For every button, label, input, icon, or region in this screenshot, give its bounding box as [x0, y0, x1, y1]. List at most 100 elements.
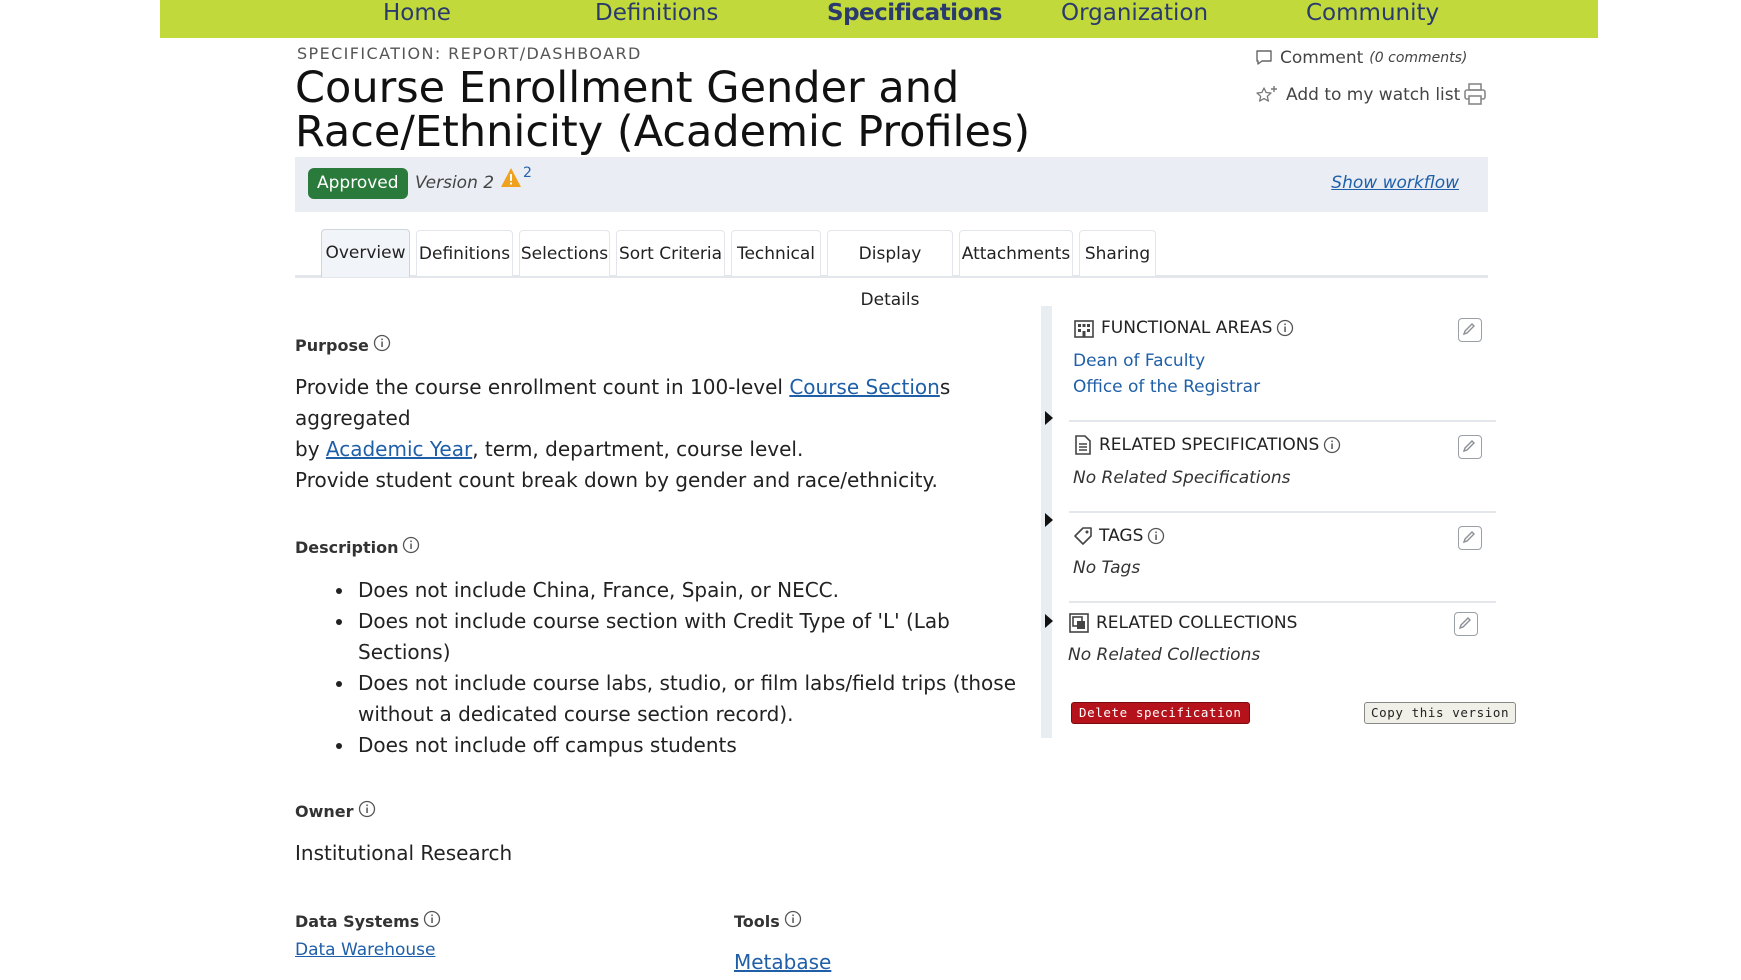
data-warehouse-link[interactable]: Data Warehouse — [295, 940, 435, 960]
building-icon — [1073, 318, 1095, 338]
warning-count: 2 — [523, 165, 532, 181]
version-label: Version 2 — [415, 173, 495, 193]
status-bar: Approved Version 2 2 Show workflow — [295, 157, 1488, 212]
info-icon[interactable] — [1276, 319, 1294, 337]
functional-area-item[interactable]: Office of the Registrar — [1073, 377, 1260, 397]
purpose-label: Purpose — [295, 334, 391, 356]
description-label-text: Description — [295, 537, 399, 557]
pencil-icon — [1462, 323, 1475, 336]
tags-empty: No Tags — [1073, 558, 1141, 578]
info-icon[interactable] — [423, 910, 441, 932]
info-icon[interactable] — [402, 536, 420, 558]
tab-display-details[interactable]: Display Details — [827, 230, 953, 310]
expand-arrow-icon[interactable] — [1045, 513, 1053, 527]
comment-button[interactable]: Comment (0 comments) — [1255, 48, 1467, 68]
owner-value: Institutional Research — [295, 841, 513, 865]
metabase-link[interactable]: Metabase — [734, 950, 831, 974]
print-button[interactable] — [1463, 82, 1487, 106]
top-navigation: Home Definitions Specifications Organiza… — [160, 0, 1598, 38]
info-icon[interactable] — [373, 334, 391, 356]
pencil-icon — [1462, 440, 1475, 453]
warning-icon — [500, 167, 522, 188]
data-systems-label-text: Data Systems — [295, 911, 420, 931]
document-icon — [1073, 435, 1093, 455]
related-specifications-empty: No Related Specifications — [1073, 468, 1291, 488]
comment-count: (0 comments) — [1369, 50, 1468, 66]
watch-list-label: Add to my watch list — [1286, 85, 1461, 105]
sidebar-separator — [1069, 601, 1496, 603]
description-list: Does not include China, France, Spain, o… — [336, 575, 1016, 761]
info-icon[interactable] — [1147, 527, 1165, 545]
edit-functional-areas-button[interactable] — [1458, 318, 1482, 342]
data-systems-label: Data Systems — [295, 910, 441, 932]
info-icon[interactable] — [358, 800, 376, 822]
related-collections-label: RELATED COLLECTIONS — [1096, 613, 1298, 633]
purpose-text-part: Provide the course enrollment count in 1… — [295, 375, 790, 399]
tab-overview[interactable]: Overview — [321, 229, 410, 277]
tags-label: TAGS — [1099, 526, 1144, 546]
comment-icon — [1255, 49, 1273, 67]
tab-bar: Overview Definitions Selections Sort Cri… — [295, 229, 1488, 310]
edit-tags-button[interactable] — [1458, 526, 1482, 550]
edit-related-collections-button[interactable] — [1454, 612, 1478, 636]
nav-specifications[interactable]: Specifications — [827, 0, 1002, 28]
tab-technical[interactable]: Technical — [731, 230, 821, 276]
related-specifications-heading: RELATED SPECIFICATIONS — [1073, 435, 1341, 455]
tab-sort-criteria[interactable]: Sort Criteria — [616, 230, 725, 276]
edit-related-specifications-button[interactable] — [1458, 435, 1482, 459]
delete-specification-button[interactable]: Delete specification — [1071, 702, 1250, 724]
page-title: Course Enrollment Gender and Race/Ethnic… — [295, 63, 1031, 157]
tab-definitions[interactable]: Definitions — [416, 230, 513, 276]
comment-label: Comment — [1280, 48, 1364, 68]
warning-indicator[interactable]: 2 — [500, 165, 532, 188]
nav-organization[interactable]: Organization — [1061, 0, 1208, 28]
functional-areas-heading: FUNCTIONAL AREAS — [1073, 318, 1294, 338]
related-collections-empty: No Related Collections — [1068, 645, 1261, 665]
purpose-line-3: Provide student count break down by gend… — [295, 468, 938, 492]
sidebar-separator — [1069, 511, 1496, 513]
functional-area-item[interactable]: Dean of Faculty — [1073, 351, 1205, 371]
purpose-text-part: by — [295, 437, 326, 461]
spec-type-label: SPECIFICATION: REPORT/DASHBOARD — [297, 44, 642, 63]
tools-label-text: Tools — [734, 911, 780, 931]
purpose-line-1: Provide the course enrollment count in 1… — [295, 372, 1025, 434]
nav-community[interactable]: Community — [1306, 0, 1439, 28]
approved-badge: Approved — [308, 168, 408, 199]
printer-icon — [1463, 82, 1487, 106]
expand-arrow-icon[interactable] — [1045, 411, 1053, 425]
related-specifications-label: RELATED SPECIFICATIONS — [1099, 435, 1320, 455]
info-icon[interactable] — [784, 910, 802, 932]
tools-label: Tools — [734, 910, 802, 932]
star-add-icon — [1255, 85, 1279, 105]
nav-definitions[interactable]: Definitions — [595, 0, 718, 28]
owner-label-text: Owner — [295, 801, 354, 821]
owner-label: Owner — [295, 800, 376, 822]
academic-year-link[interactable]: Academic Year — [326, 437, 472, 461]
purpose-text: Provide the course enrollment count in 1… — [295, 372, 1025, 496]
functional-areas-label: FUNCTIONAL AREAS — [1101, 318, 1273, 338]
pencil-icon — [1462, 531, 1475, 544]
related-collections-heading: RELATED COLLECTIONS — [1068, 612, 1297, 634]
course-section-link[interactable]: Course Section — [789, 375, 940, 399]
list-item: Does not include China, France, Spain, o… — [336, 575, 1016, 606]
watch-list-button[interactable]: Add to my watch list — [1255, 85, 1460, 105]
info-icon[interactable] — [1323, 436, 1341, 454]
list-item: Does not include course labs, studio, or… — [336, 668, 1016, 730]
sidebar-separator — [1069, 420, 1496, 422]
purpose-text-part: , term, department, course level. — [472, 437, 804, 461]
tags-heading: TAGS — [1073, 526, 1165, 546]
pencil-icon — [1458, 617, 1471, 630]
tab-selections[interactable]: Selections — [519, 230, 610, 276]
list-item: Does not include off campus students — [336, 730, 1016, 761]
copy-version-button[interactable]: Copy this version — [1364, 702, 1517, 724]
purpose-label-text: Purpose — [295, 335, 369, 355]
tab-sharing[interactable]: Sharing — [1079, 230, 1156, 276]
expand-arrow-icon[interactable] — [1045, 614, 1053, 628]
nav-home[interactable]: Home — [383, 0, 451, 28]
description-label: Description — [295, 536, 420, 558]
collection-icon — [1068, 612, 1090, 634]
list-item: Does not include course section with Cre… — [336, 606, 1016, 668]
show-workflow-link[interactable]: Show workflow — [1331, 173, 1459, 193]
tab-attachments[interactable]: Attachments — [959, 230, 1073, 276]
tag-icon — [1073, 526, 1093, 546]
